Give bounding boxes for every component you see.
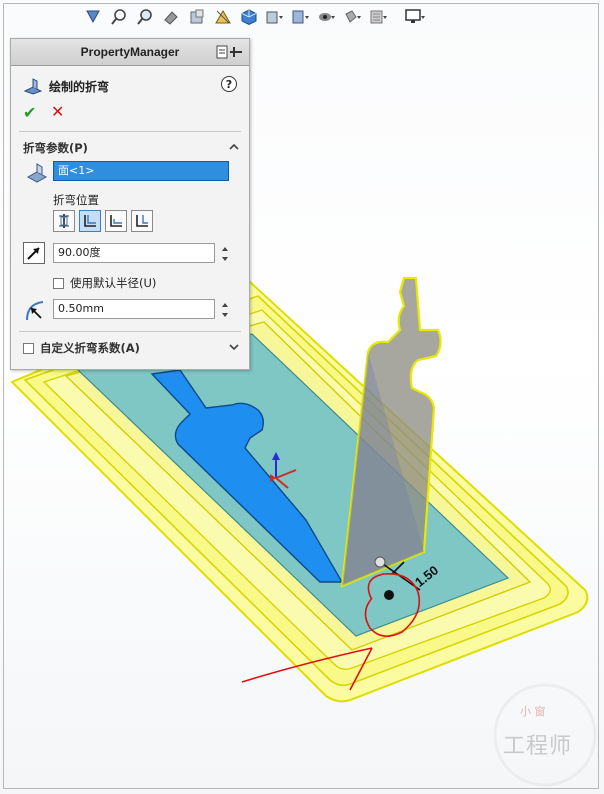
bend-radius-input[interactable]: 0.50mm [53, 299, 215, 319]
property-manager-title: PropertyManager [80, 45, 180, 59]
watermark-text: 工程师 [503, 734, 573, 759]
bend-centerline-icon [59, 214, 69, 228]
bend-radius-icon [26, 301, 44, 321]
material-outside-icon [110, 215, 122, 227]
material-inside-icon [84, 215, 96, 227]
feature-title: 绘制的折弯 [49, 79, 110, 94]
bend-outside-button[interactable] [131, 210, 153, 232]
use-default-radius-row[interactable]: 使用默认半径(U) [53, 275, 156, 291]
ok-button[interactable]: ✔ [23, 103, 36, 122]
bend-outside-icon [136, 215, 148, 227]
use-default-radius-checkbox[interactable] [53, 277, 64, 289]
property-manager-header: PropertyManager [11, 39, 249, 66]
bend-angle-input[interactable]: 90.00度 [53, 243, 215, 263]
custom-bend-allowance-row[interactable]: 自定义折弯系数(A) [23, 340, 140, 356]
radius-spinner[interactable] [219, 299, 231, 321]
bend-angle-icon [23, 242, 45, 264]
cancel-button[interactable]: ✕ [51, 102, 64, 121]
pin-icon[interactable] [215, 43, 245, 61]
bend-position-buttons [53, 210, 153, 232]
bend-centerline-button[interactable] [53, 210, 75, 232]
section-divider [19, 131, 241, 132]
use-default-radius-label: 使用默认半径(U) [70, 276, 157, 290]
handle-dot[interactable] [384, 590, 394, 600]
feature-title-row: 绘制的折弯 ? [23, 75, 239, 97]
section-divider [19, 331, 241, 332]
help-icon[interactable]: ? [221, 76, 237, 92]
sketched-bend-icon [23, 78, 43, 95]
face-selection-icon [26, 163, 48, 183]
property-manager-panel: PropertyManager 绘制的折弯 ? ✔ ✕ 折弯参数(P) 面<1>… [10, 38, 250, 370]
bend-position-label: 折弯位置 [53, 193, 99, 207]
bend-parameters-section-title[interactable]: 折弯参数(P) [23, 140, 88, 156]
angle-spinner[interactable] [219, 243, 231, 265]
face-selection-field[interactable]: 面<1> [53, 161, 229, 181]
custom-bend-allowance-checkbox[interactable] [23, 342, 34, 354]
chevron-up-icon[interactable] [229, 142, 239, 152]
chevron-down-icon[interactable] [229, 342, 239, 352]
watermark-small-text: 小 窗 [520, 705, 546, 718]
material-inside-button[interactable] [79, 210, 101, 232]
material-outside-button[interactable] [105, 210, 127, 232]
custom-bend-allowance-label: 自定义折弯系数(A) [40, 341, 140, 355]
